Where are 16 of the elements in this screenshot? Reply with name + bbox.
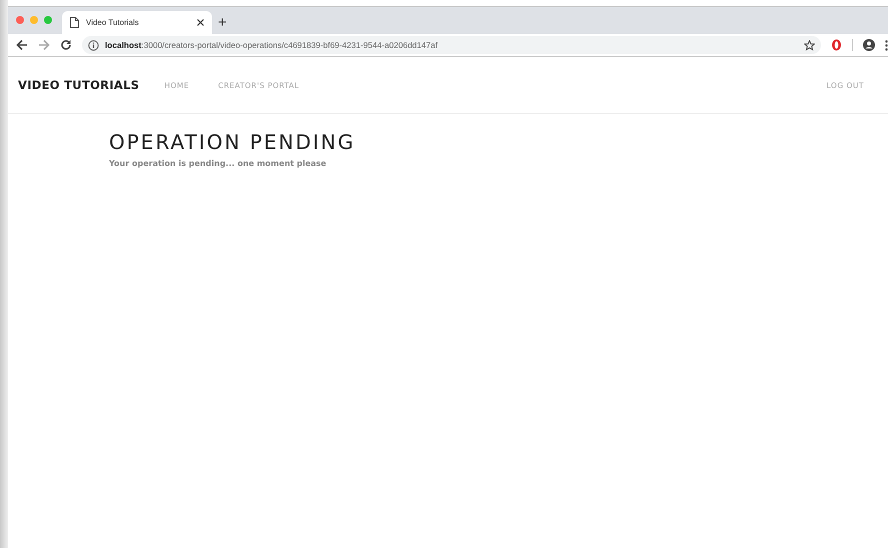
back-icon[interactable] bbox=[16, 39, 28, 51]
page-heading: OPERATION PENDING bbox=[109, 130, 356, 154]
site-logo[interactable]: VIDEO TUTORIALS bbox=[18, 78, 140, 92]
close-icon[interactable] bbox=[197, 19, 204, 26]
url-text: localhost:3000/creators-portal/video-operations/c4691839-bf69-4231-9544-a0206dd147af bbox=[105, 40, 438, 50]
document-icon bbox=[70, 17, 79, 28]
browser-tab[interactable]: Video Tutorials bbox=[62, 11, 212, 34]
new-tab-button[interactable]: + bbox=[212, 11, 233, 34]
address-bar[interactable]: localhost:3000/creators-portal/video-operations/c4691839-bf69-4231-9544-a0206dd147af bbox=[82, 36, 821, 54]
star-icon[interactable] bbox=[804, 40, 815, 50]
status-message: Your operation is pending... one moment please bbox=[109, 159, 328, 168]
account-icon[interactable] bbox=[863, 39, 875, 51]
info-icon[interactable] bbox=[88, 40, 99, 50]
reload-icon[interactable] bbox=[60, 39, 72, 51]
menu-icon[interactable] bbox=[885, 40, 888, 50]
extension-icon[interactable] bbox=[831, 39, 842, 51]
